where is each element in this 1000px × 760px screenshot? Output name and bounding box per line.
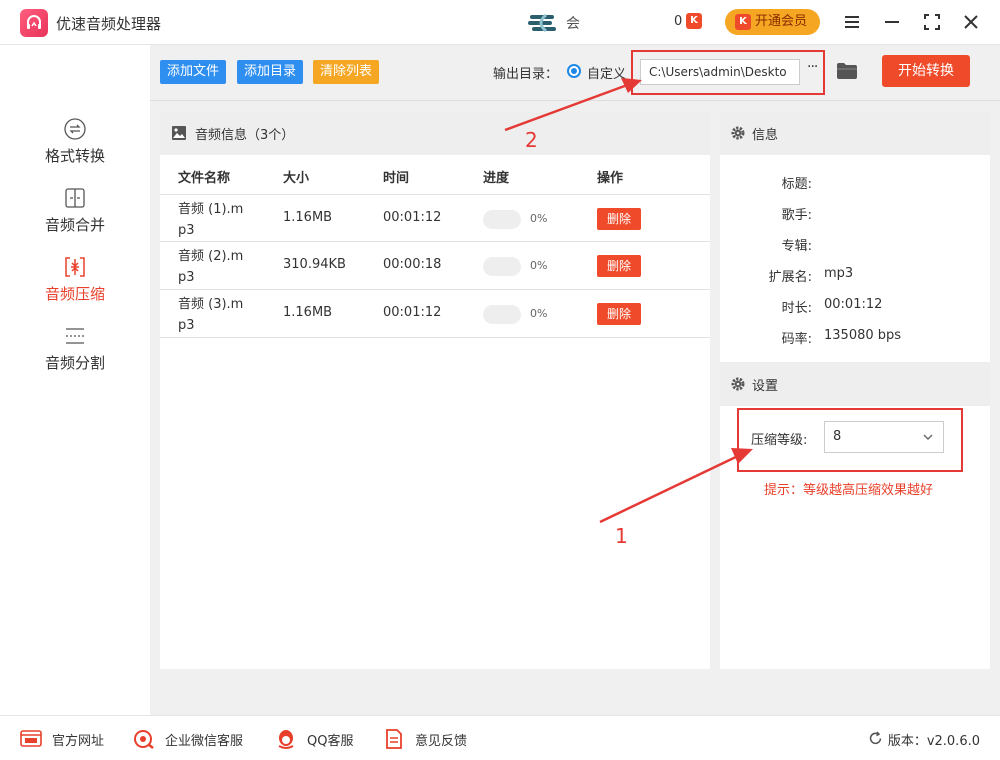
sidebar-item-merge[interactable]: 音频合并 [0,186,150,246]
sidebar-item-format-convert[interactable]: 格式转换 [0,117,150,177]
sidebar-item-compress[interactable]: 音频压缩 [0,255,150,315]
column-header-size: 大小 [283,171,310,186]
file-time: 00:01:12 [383,305,442,320]
info-panel: 信息 标题: 歌手: 专辑: 扩展名: mp3 时长: 00:01:12 码率:… [720,111,990,669]
sidebar-item-label: 格式转换 [44,147,105,165]
toolbar: 添加文件 添加目录 清除列表 输出目录： 自定义 C:\Users\admin\… [150,45,1000,101]
image-icon [172,126,186,140]
progress-text: 0% [530,307,548,320]
table-row[interactable]: 音频 (1).mp3 1.16MB 00:01:12 0% 删除 [160,194,710,242]
qq-service-label: QQ客服 [307,734,354,749]
file-size: 310.94KB [283,257,346,272]
sidebar-item-label: 音频压缩 [44,285,105,303]
file-size: 1.16MB [283,210,333,225]
vip-k-icon: K [735,14,751,30]
qq-icon [278,730,294,749]
custom-radio-label[interactable]: 自定义 [587,63,626,82]
progress-bar [483,210,521,229]
file-time: 00:01:12 [383,210,442,225]
add-directory-button[interactable]: 添加目录 [237,60,304,84]
app-logo-icon [20,9,48,37]
info-key-artist: 歌手: [781,208,812,223]
start-convert-button[interactable]: 开始转换 [882,55,970,87]
sidebar-item-label: 音频合并 [44,216,105,234]
column-header-time: 时间 [383,171,410,186]
annotation-number-2: 2 [525,128,538,152]
info-header: 信息 [720,111,990,155]
file-time: 00:00:18 [383,257,442,272]
user-name[interactable]: 会 [566,13,580,33]
file-size: 1.16MB [283,305,333,320]
minimize-icon[interactable] [880,10,904,34]
annotation-box-compression-level [737,408,963,472]
gear-icon [731,126,745,140]
progress-bar [483,305,521,324]
open-vip-button[interactable]: K 开通会员 [725,9,820,35]
file-name: 音频 (3).mp3 [178,297,244,333]
column-header-name: 文件名称 [178,171,231,186]
info-key-bitrate: 码率: [781,332,812,347]
official-website-label: 官方网址 [52,734,105,749]
website-icon [20,730,42,747]
open-vip-label: 开通会员 [755,14,808,29]
settings-header: 设置 [720,362,990,406]
audio-list-panel: 音频信息（3个） 文件名称 大小 时间 进度 操作 音频 (1).mp3 1.1… [160,111,710,669]
info-value-duration: 00:01:12 [824,297,883,312]
close-icon[interactable] [959,10,983,34]
wechat-service-label: 企业微信客服 [165,734,244,749]
table-row[interactable]: 音频 (2).mp3 310.94KB 00:00:18 0% 删除 [160,242,710,290]
progress-bar [483,257,521,276]
version-label: 版本：v2.0.6.0 [887,734,980,749]
custom-radio[interactable] [567,64,581,78]
sidebar-item-label: 音频分割 [44,354,105,372]
title-bar: 优速音频处理器 会 0 K K 开通会员 [0,0,1000,45]
info-key-title: 标题: [781,177,812,192]
feedback-label: 意见反馈 [415,734,468,749]
info-key-album: 专辑: [781,239,812,254]
output-directory-label: 输出目录： [493,67,559,82]
footer: 官方网址 企业微信客服 QQ客服 意见反馈 版本：v2.0.6.0 [0,715,1000,760]
audio-list-header: 音频信息（3个） [160,111,710,155]
maximize-icon[interactable] [920,10,944,34]
file-name: 音频 (1).mp3 [178,202,244,238]
info-title: 信息 [752,128,779,143]
clear-list-button[interactable]: 清除列表 [313,60,380,84]
app-title: 优速音频处理器 [56,15,162,33]
folder-icon[interactable] [836,61,858,81]
gear-icon [731,377,745,391]
wechat-icon [134,730,154,749]
feedback-icon [386,729,402,749]
table-row[interactable]: 音频 (3).mp3 1.16MB 00:01:12 0% 删除 [160,290,710,338]
column-header-progress: 进度 [483,171,510,186]
add-file-button[interactable]: 添加文件 [160,60,227,84]
column-header-action: 操作 [597,171,624,186]
info-key-extension: 扩展名: [768,270,812,285]
delete-button[interactable]: 删除 [597,208,641,230]
delete-button[interactable]: 删除 [597,255,641,277]
settings-title: 设置 [752,379,779,394]
progress-text: 0% [530,212,548,225]
split-icon [66,328,84,344]
vip-count: 0 [674,14,683,29]
menu-icon[interactable] [840,10,864,34]
info-key-duration: 时长: [781,301,812,316]
info-value-extension: mp3 [824,266,854,281]
user-avatar-icon[interactable] [528,12,558,34]
file-name: 音频 (2).mp3 [178,249,244,285]
format-convert-icon [64,118,86,140]
vip-badge-icon: K [686,13,702,29]
info-value-bitrate: 135080 bps [824,328,902,343]
sidebar-item-split[interactable]: 音频分割 [0,324,150,384]
audio-list-title: 音频信息（3个） [195,128,295,143]
annotation-number-1: 1 [615,524,628,548]
compression-hint: 提示：等级越高压缩效果越好 [764,483,934,498]
sidebar: 格式转换 音频合并 音频压缩 音频分割 [0,45,150,715]
version-info[interactable]: 版本：v2.0.6.0 [869,730,980,749]
merge-icon [65,188,85,208]
annotation-box-output-path [631,50,825,95]
progress-text: 0% [530,259,548,272]
compress-icon [65,257,85,277]
delete-button[interactable]: 删除 [597,303,641,325]
refresh-icon [869,731,882,745]
